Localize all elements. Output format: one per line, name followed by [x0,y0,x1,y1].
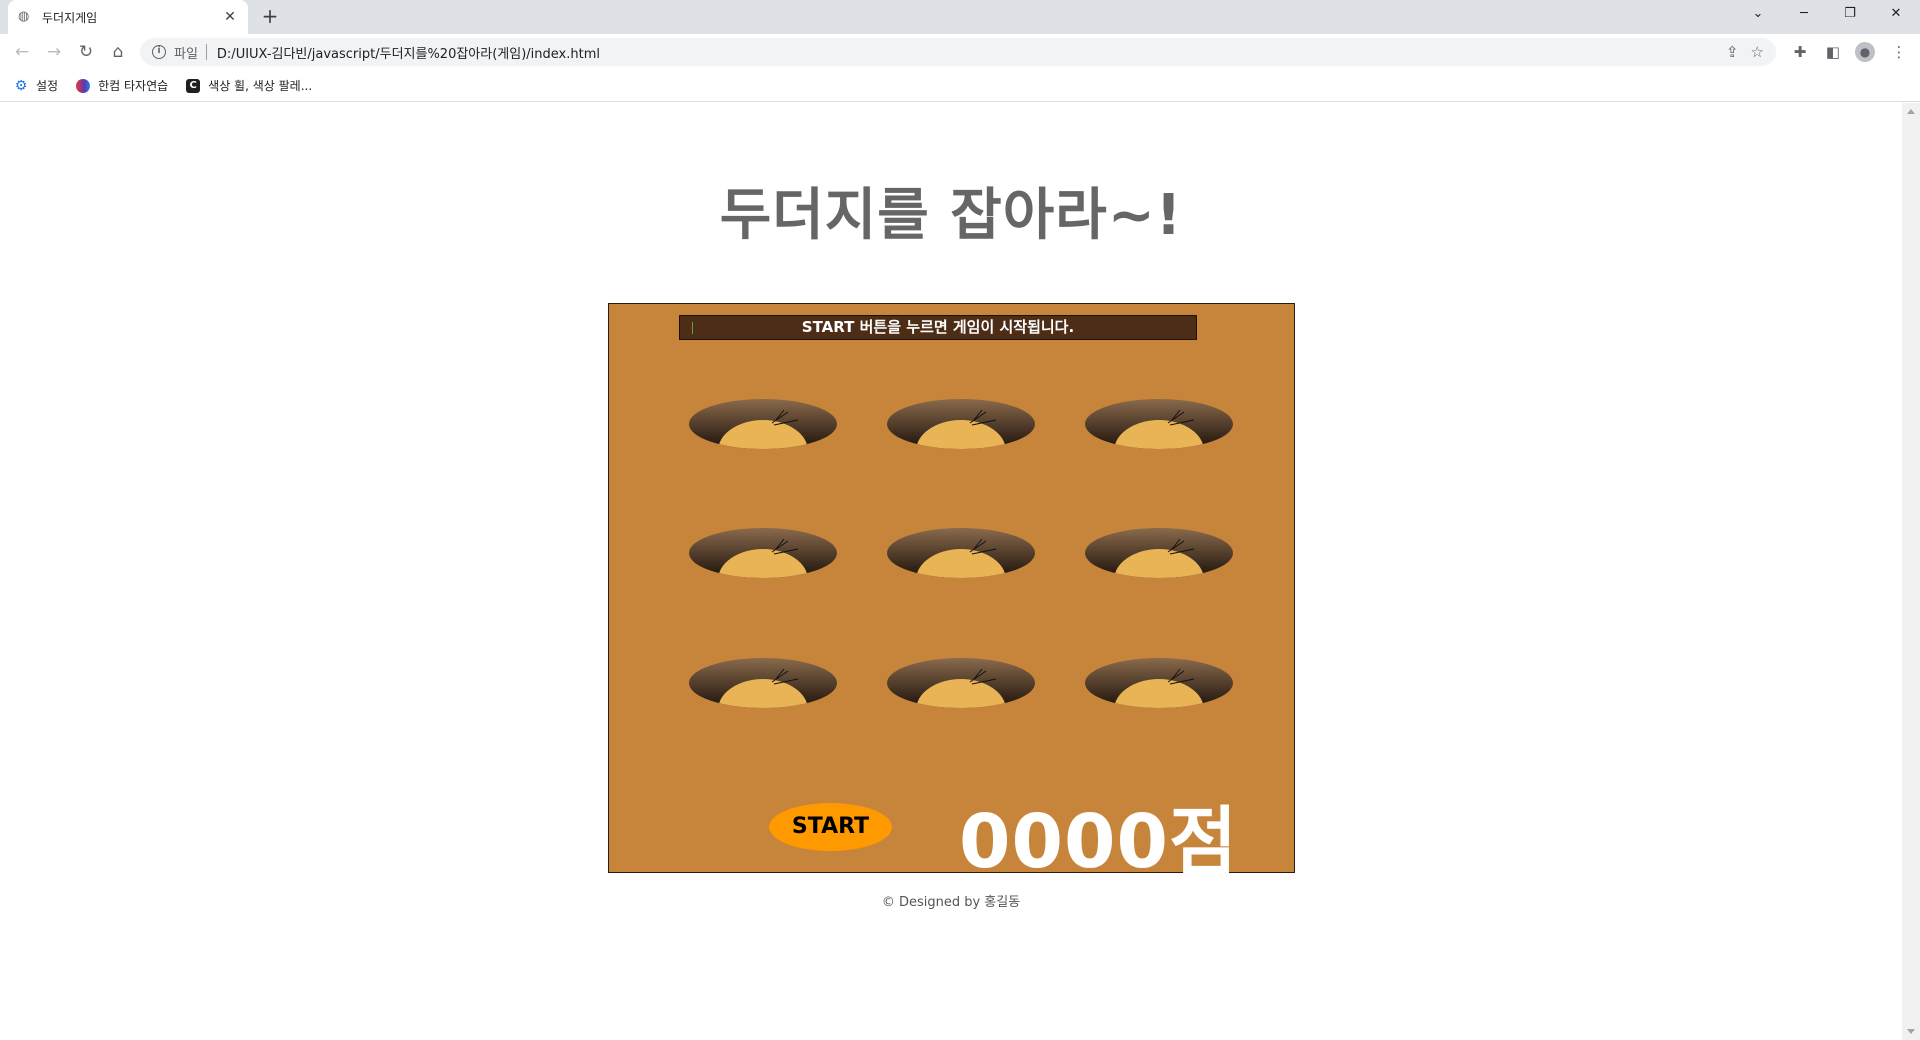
info-icon[interactable]: i [152,45,166,59]
new-tab-button[interactable]: + [258,5,282,29]
bookmarks-bar: ⚙ 설정 한컴 타자연습 C 색상 휠, 색상 팔레... [0,70,1920,102]
color-wheel-icon: C [186,78,201,93]
divider [205,44,207,60]
close-window-icon[interactable]: ✕ [1876,0,1916,30]
forward-icon[interactable]: → [42,40,66,64]
hancom-icon [76,78,91,93]
game-board: START 버튼을 누르면 게임이 시작됩니다. START 0000점 [608,303,1295,885]
bookmark-hancom[interactable]: 한컴 타자연습 [76,77,168,94]
profile-avatar-icon[interactable]: ● [1855,42,1875,62]
mole-hole-8[interactable] [886,657,1036,709]
mole-hole-2[interactable] [886,398,1036,450]
tab-close-icon[interactable]: ✕ [222,9,238,25]
message-text: START 버튼을 누르면 게임이 시작됩니다. [801,318,1075,336]
gear-icon: ⚙ [14,77,28,94]
share-icon[interactable]: ⇪ [1726,43,1739,61]
tab-search-icon[interactable]: ⌄ [1738,0,1778,30]
bookmark-color-wheel[interactable]: C 색상 휠, 색상 팔레... [186,77,312,94]
scroll-up-icon[interactable] [1907,109,1915,114]
bookmark-star-icon[interactable]: ☆ [1751,43,1764,61]
vertical-scrollbar[interactable] [1902,103,1920,1040]
scroll-down-icon[interactable] [1907,1029,1915,1034]
message-bar: START 버튼을 누르면 게임이 시작됩니다. [679,315,1197,340]
restore-icon[interactable]: ❐ [1830,0,1870,30]
back-icon[interactable]: ← [10,40,34,64]
browser-toolbar: ← → ↻ ⌂ i 파일 D:/UIUX-김다빈/javascript/두더지를… [0,34,1920,70]
url-text[interactable]: D:/UIUX-김다빈/javascript/두더지를%20잡아라(게임)/in… [217,43,600,62]
address-bar[interactable]: i 파일 D:/UIUX-김다빈/javascript/두더지를%20잡아라(게… [140,38,1776,66]
text-caret [692,322,693,334]
page-title: 두더지를 잡아라~! [719,183,1183,248]
scheme-label: 파일 [174,46,198,62]
mole-hole-4[interactable] [688,527,838,579]
globe-icon: ◍ [18,9,30,24]
extensions-icon[interactable]: ✚ [1789,41,1811,63]
bookmark-label: 색상 휠, 색상 팔레... [208,79,313,93]
score-display: 0000점 [959,799,1239,885]
browser-tab[interactable]: ◍ 두더지게임 ✕ [8,0,248,34]
mole-hole-7[interactable] [688,657,838,709]
reload-icon[interactable]: ↻ [74,40,98,64]
side-panel-icon[interactable]: ◧ [1822,41,1844,63]
mole-hole-1[interactable] [688,398,838,450]
footer-credit: © Designed by 홍길동 [881,895,1021,910]
mole-hole-6[interactable] [1084,527,1234,579]
start-button[interactable]: START [769,803,892,851]
tab-title: 두더지게임 [42,10,98,25]
mole-hole-5[interactable] [886,527,1036,579]
bookmark-settings[interactable]: ⚙ 설정 [14,77,58,94]
home-icon[interactable]: ⌂ [106,40,130,64]
mole-hole-9[interactable] [1084,657,1234,709]
minimize-icon[interactable]: ─ [1784,0,1824,30]
menu-kebab-icon[interactable]: ⋮ [1888,41,1910,63]
bookmark-label: 설정 [36,79,59,93]
page-viewport: 두더지를 잡아라~! START 버튼을 누르면 게임이 시작됩니다. STAR… [0,103,1902,1040]
bookmark-label: 한컴 타자연습 [98,79,169,93]
mole-hole-3[interactable] [1084,398,1234,450]
tab-strip: ◍ 두더지게임 ✕ + ⌄ ─ ❐ ✕ [0,0,1920,34]
